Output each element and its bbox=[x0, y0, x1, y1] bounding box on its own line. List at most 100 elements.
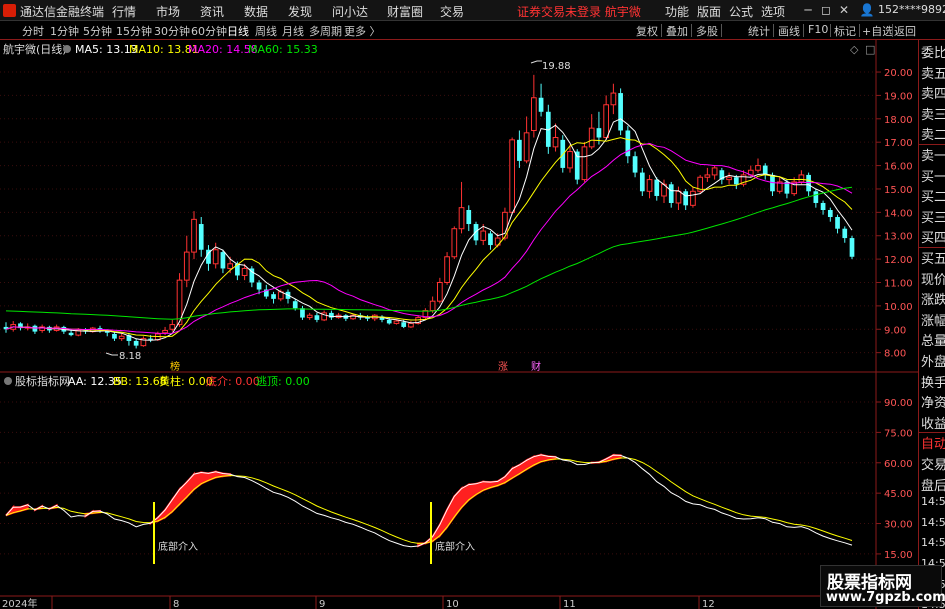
period-30min[interactable]: 30分钟 bbox=[154, 23, 190, 39]
candle-body bbox=[386, 319, 392, 324]
settings-icon[interactable] bbox=[63, 45, 71, 53]
candle-body bbox=[552, 137, 559, 148]
candle-body bbox=[191, 218, 197, 253]
event-label-limit-up[interactable]: 涨 bbox=[498, 361, 508, 373]
menu-item-market[interactable]: 市场 bbox=[156, 3, 180, 20]
trade-time-row: 14:56 bbox=[921, 536, 945, 550]
low-price-label: 8.18 bbox=[119, 351, 141, 362]
price-tick-label: 17.00 bbox=[884, 138, 913, 149]
period-1min[interactable]: 1分钟 bbox=[50, 23, 79, 39]
quote-field-label: 买一 bbox=[921, 169, 945, 185]
period-more[interactable]: 更多 〉 bbox=[344, 23, 381, 39]
price-tick-label: 8.00 bbox=[884, 349, 906, 360]
candle-body bbox=[704, 174, 711, 178]
toolbar-divider bbox=[773, 24, 774, 37]
candle-body bbox=[711, 167, 718, 176]
price-tick-label: 13.00 bbox=[884, 232, 913, 243]
menu-item-quotes[interactable]: 行情 bbox=[112, 3, 136, 20]
trade-login-status[interactable]: 证券交易未登录 航宇微 bbox=[517, 3, 641, 20]
ma60-label: MA60: 15.33 bbox=[248, 43, 318, 56]
tool-stats[interactable]: 统计 bbox=[748, 23, 770, 39]
period-intraday[interactable]: 分时 bbox=[22, 23, 44, 39]
period-60min[interactable]: 60分钟 bbox=[191, 23, 227, 39]
tool-f10[interactable]: F10 bbox=[808, 23, 828, 36]
minimize-icon[interactable]: ─ bbox=[800, 2, 816, 18]
menu-item-function[interactable]: 功能 bbox=[665, 3, 689, 20]
quote-field-label: 卖三 bbox=[921, 107, 945, 123]
candle-body bbox=[654, 179, 660, 196]
account-id[interactable]: 152****9892 bbox=[878, 3, 945, 16]
period-monthly[interactable]: 月线 bbox=[282, 23, 304, 39]
quote-field-label: 总量 bbox=[921, 334, 945, 350]
period-weekly[interactable]: 周线 bbox=[255, 23, 277, 39]
candle-body bbox=[306, 314, 313, 319]
menu-item-options[interactable]: 选项 bbox=[761, 3, 785, 20]
candle-body bbox=[401, 322, 407, 327]
quote-field-label[interactable]: 自动 bbox=[921, 433, 945, 452]
menu-item-layout[interactable]: 版面 bbox=[697, 3, 721, 20]
menu-item-formula[interactable]: 公式 bbox=[729, 3, 753, 20]
candle-body bbox=[256, 282, 262, 290]
bottom-signal-label: 底部介入 bbox=[435, 540, 475, 553]
kline-chart-area[interactable]: 航宇微(日线) MA5: 13.13 MA10: 13.81 MA20: 14.… bbox=[0, 40, 918, 609]
candle-body bbox=[733, 177, 739, 185]
candle-body bbox=[798, 174, 805, 183]
trade-time-row: 14:56 bbox=[921, 515, 945, 529]
close-icon[interactable]: ✕ bbox=[836, 2, 852, 18]
event-label-finance[interactable]: 财 bbox=[531, 360, 541, 373]
candle-body bbox=[813, 191, 819, 203]
ma20-line bbox=[5, 142, 853, 334]
period-multi[interactable]: 多周期 bbox=[309, 23, 342, 39]
menu-item-discover[interactable]: 发现 bbox=[288, 3, 312, 20]
tool-adjust[interactable]: 复权 bbox=[636, 23, 658, 39]
time-label-month: 12 bbox=[702, 599, 715, 609]
menu-item-wealth[interactable]: 财富圈 bbox=[387, 3, 423, 20]
candle-body bbox=[683, 191, 689, 206]
indicator-bb-line bbox=[5, 457, 853, 544]
chart-options-icon[interactable]: ◇ bbox=[850, 43, 859, 56]
app-logo-icon bbox=[3, 4, 16, 17]
indicator-settings-icon[interactable] bbox=[4, 377, 12, 385]
candle-body bbox=[581, 146, 588, 181]
tool-multi-stock[interactable]: 多股 bbox=[696, 23, 718, 39]
value-tick-label: 60.00 bbox=[884, 459, 913, 470]
candle-body bbox=[610, 92, 617, 106]
candle-body bbox=[690, 190, 696, 206]
restore-icon[interactable]: ◻ bbox=[818, 2, 834, 18]
menu-item-xiaoda[interactable]: 问小达 bbox=[332, 3, 368, 20]
time-label-month: 9 bbox=[319, 599, 325, 609]
price-tick-label: 9.00 bbox=[884, 325, 906, 336]
panel-divider bbox=[919, 144, 945, 145]
menu-item-trade[interactable]: 交易 bbox=[440, 3, 464, 20]
indicator-name[interactable]: 股标指标网 bbox=[15, 374, 70, 388]
period-daily[interactable]: 日线 bbox=[227, 23, 249, 39]
candle-body bbox=[466, 210, 472, 225]
tool-back[interactable]: 返回 bbox=[894, 23, 916, 39]
indicator-aa-line bbox=[5, 454, 853, 548]
tool-overlay[interactable]: 叠加 bbox=[666, 23, 688, 39]
period-5min[interactable]: 5分钟 bbox=[83, 23, 112, 39]
event-label-list[interactable]: 榜 bbox=[170, 360, 180, 373]
time-label-month: 10 bbox=[446, 599, 459, 609]
indicator-series bbox=[5, 453, 853, 548]
candle-body bbox=[112, 333, 117, 339]
collapse-icon[interactable]: □ bbox=[865, 43, 875, 56]
indicator-yellow: 黄柱: 0.00 bbox=[159, 374, 213, 388]
period-15min[interactable]: 15分钟 bbox=[116, 23, 152, 39]
candle-body bbox=[451, 228, 458, 258]
menu-item-news[interactable]: 资讯 bbox=[200, 3, 224, 20]
period-toolbar: 分时 1分钟 5分钟 15分钟 30分钟 60分钟 日线 周线 月线 多周期 更… bbox=[0, 21, 945, 40]
candle-body bbox=[618, 93, 623, 131]
user-icon[interactable]: 👤 bbox=[859, 2, 875, 18]
candle-body bbox=[241, 267, 248, 276]
candle-body bbox=[292, 301, 298, 309]
candle-body bbox=[458, 207, 465, 230]
tool-mark[interactable]: 标记 bbox=[834, 23, 856, 39]
tool-draw[interactable]: 画线 bbox=[778, 23, 800, 39]
candlestick-series bbox=[3, 74, 855, 349]
menu-item-data[interactable]: 数据 bbox=[244, 3, 268, 20]
candle-body bbox=[488, 233, 493, 246]
tool-add-watchlist[interactable]: +自选 bbox=[862, 23, 893, 39]
candle-body bbox=[169, 324, 176, 330]
quote-field-label: 买四 bbox=[921, 231, 945, 247]
